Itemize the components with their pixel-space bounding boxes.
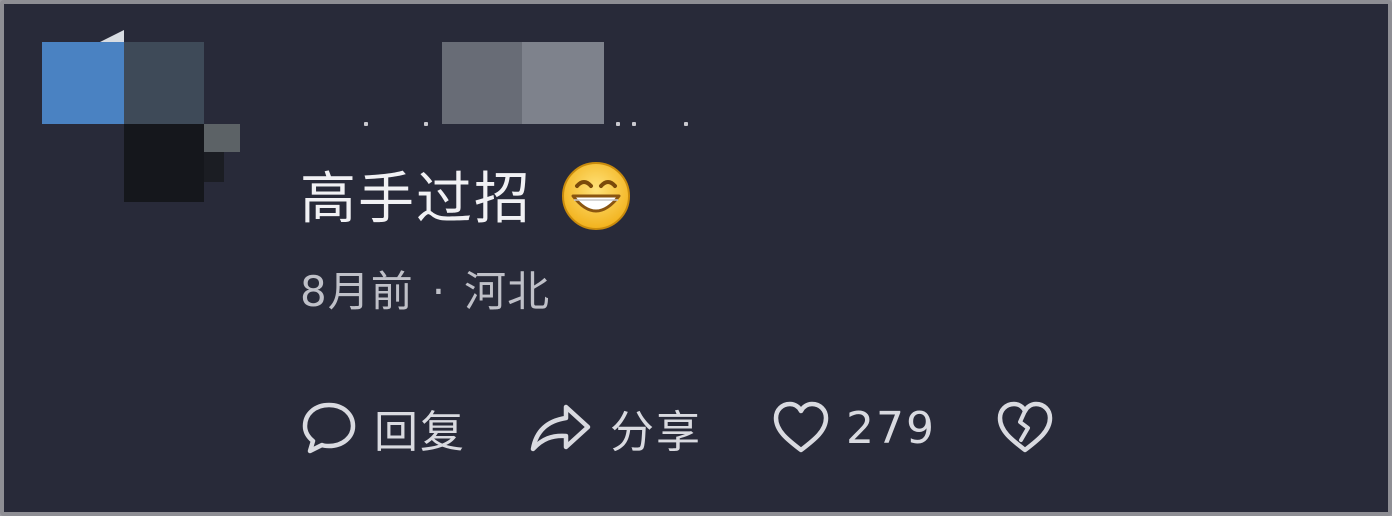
speech-bubble-icon [302,402,356,454]
like-button[interactable]: 279 [772,388,936,468]
avatar[interactable] [42,30,242,202]
avatar-pixel [124,42,204,124]
broken-heart-icon [997,401,1053,453]
timestamp: 8月前 [300,267,414,316]
reply-button[interactable]: 回复 [300,388,466,468]
reply-label: 回复 [374,407,466,458]
avatar-pixel [42,42,124,124]
grinning-face-emoji-icon [562,162,630,230]
share-arrow-icon [530,404,591,452]
comment-meta: 8月前 · 河北 [300,266,550,318]
comment-card: 高手过招 8月前 · 河北 回复 分享 279 [0,0,1392,516]
avatar-pixel [204,152,224,182]
like-count: 279 [846,402,936,454]
avatar-pixel [124,124,204,202]
username-pixelated[interactable] [442,42,604,124]
username-pixel [522,42,604,124]
share-label: 分享 [610,407,702,458]
username-pixel [442,42,522,124]
share-button[interactable]: 分享 [528,388,702,468]
comment-text: 高手过招 [300,167,532,232]
avatar-pixel [204,124,240,152]
heart-outline-icon [773,401,829,453]
location: 河北 [464,267,551,316]
avatar-pixel [100,30,124,42]
meta-separator: · [431,267,447,316]
dislike-button[interactable] [996,388,1054,468]
